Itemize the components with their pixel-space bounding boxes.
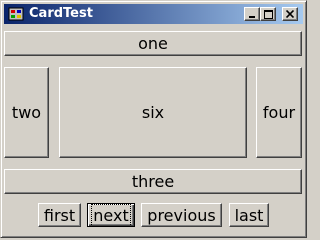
app-window: CardTest one two six four three first ne…: [0, 0, 307, 238]
first-button-label: first: [43, 205, 76, 225]
next-button[interactable]: next: [87, 203, 135, 227]
south-button[interactable]: three: [4, 169, 302, 194]
first-button[interactable]: first: [38, 203, 81, 227]
north-button[interactable]: one: [4, 31, 302, 56]
maximize-button[interactable]: [260, 7, 276, 21]
east-button[interactable]: four: [256, 67, 302, 158]
north-button-label: one: [138, 34, 168, 53]
east-button-label: four: [262, 103, 296, 122]
previous-button-label: previous: [147, 205, 216, 225]
south-button-label: three: [131, 172, 175, 191]
maximize-icon: [263, 9, 273, 19]
close-button[interactable]: [282, 7, 298, 21]
center-button[interactable]: six: [59, 67, 247, 158]
minimize-button[interactable]: [244, 7, 260, 21]
window-title: CardTest: [29, 6, 93, 21]
next-button-label: next: [91, 203, 131, 227]
last-button[interactable]: last: [229, 203, 269, 227]
minimize-icon: [249, 15, 255, 18]
previous-button[interactable]: previous: [141, 203, 222, 227]
last-button-label: last: [234, 205, 264, 225]
west-button-label: two: [11, 103, 42, 122]
close-icon: [286, 10, 294, 18]
center-button-label: six: [141, 103, 165, 122]
java-app-icon: [8, 7, 24, 21]
title-bar[interactable]: CardTest: [4, 4, 303, 24]
west-button[interactable]: two: [4, 67, 49, 158]
